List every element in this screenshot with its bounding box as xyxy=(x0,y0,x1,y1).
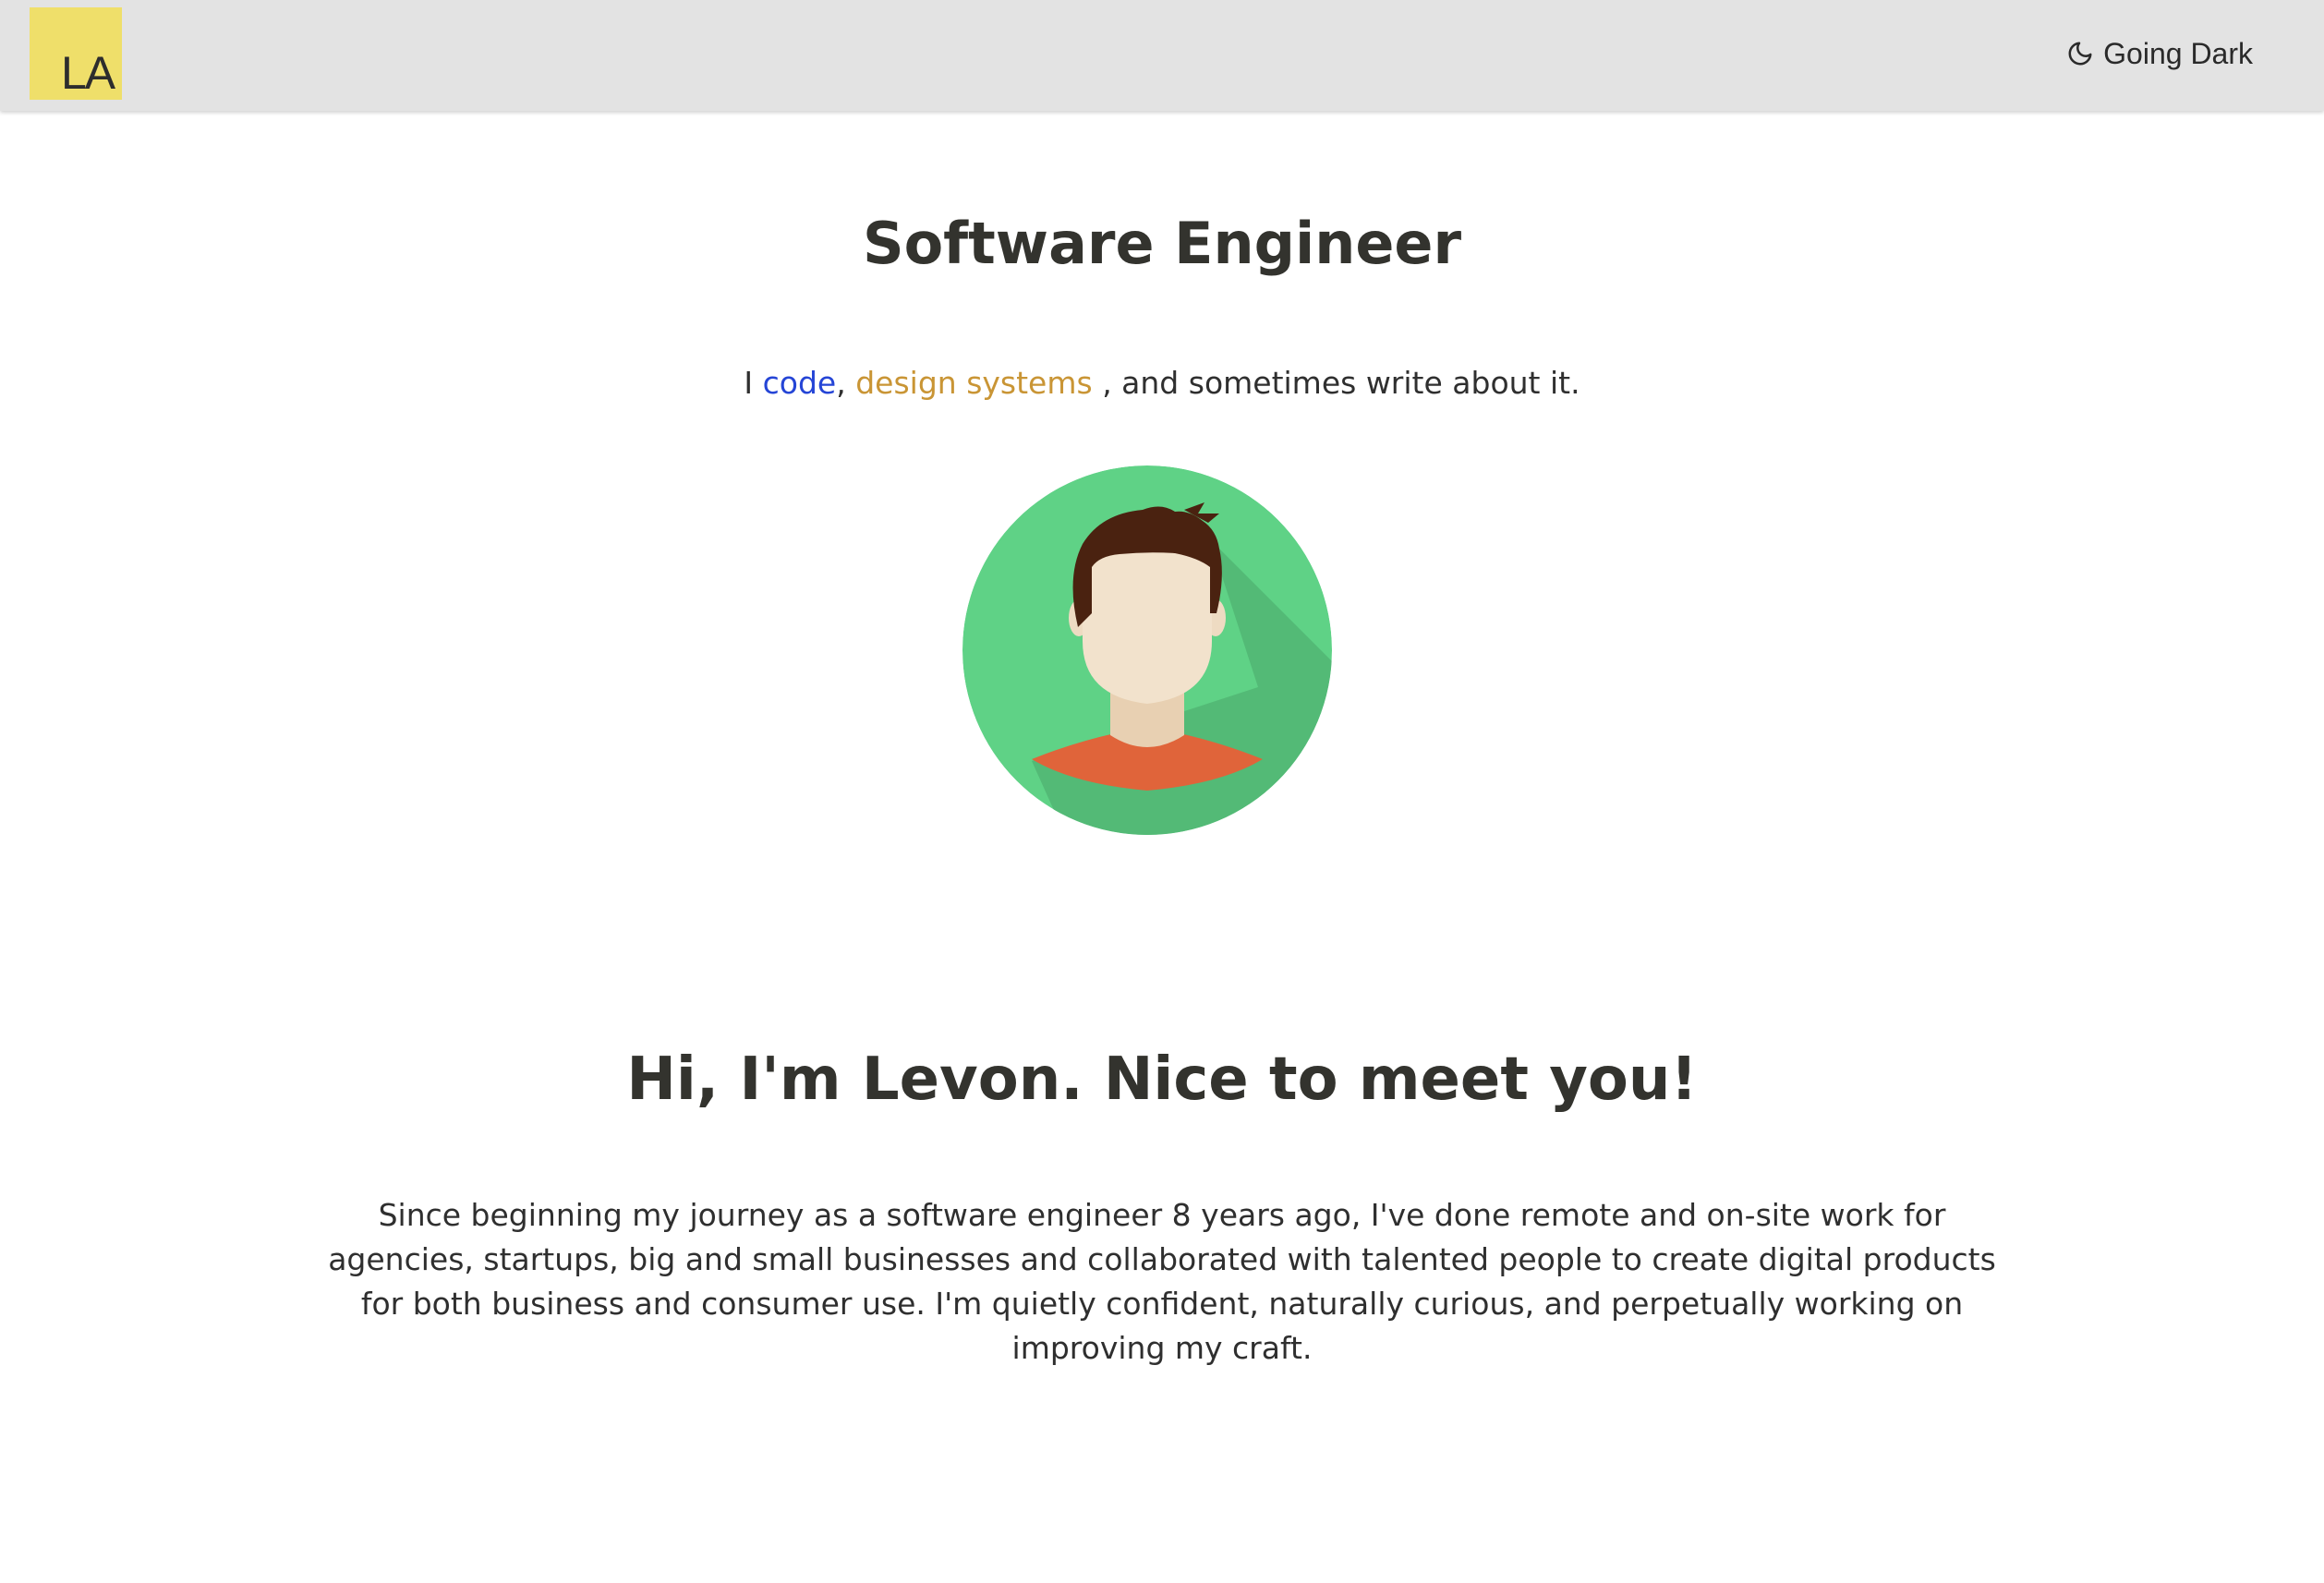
tagline: I code, design systems , and sometimes w… xyxy=(0,360,2324,406)
theme-toggle-button[interactable]: Going Dark xyxy=(2066,35,2253,72)
logo[interactable]: LA xyxy=(30,7,122,100)
site-header: LA Going Dark xyxy=(0,0,2324,111)
logo-text: LA xyxy=(61,47,115,99)
tagline-separator: , xyxy=(836,365,856,401)
design-systems-link[interactable]: design systems xyxy=(855,365,1092,401)
tagline-prefix: I xyxy=(744,365,763,401)
code-link[interactable]: code xyxy=(763,365,837,401)
moon-icon xyxy=(2066,40,2094,67)
intro-title: Hi, I'm Levon. Nice to meet you! xyxy=(626,1045,1698,1114)
hero-title: Software Engineer xyxy=(862,210,1462,277)
developer-avatar-icon xyxy=(962,465,1332,835)
intro-text: Since beginning my journey as a software… xyxy=(328,1197,1996,1366)
theme-toggle-label: Going Dark xyxy=(2103,36,2253,70)
tagline-suffix: , and sometimes write about it. xyxy=(1092,365,1580,401)
